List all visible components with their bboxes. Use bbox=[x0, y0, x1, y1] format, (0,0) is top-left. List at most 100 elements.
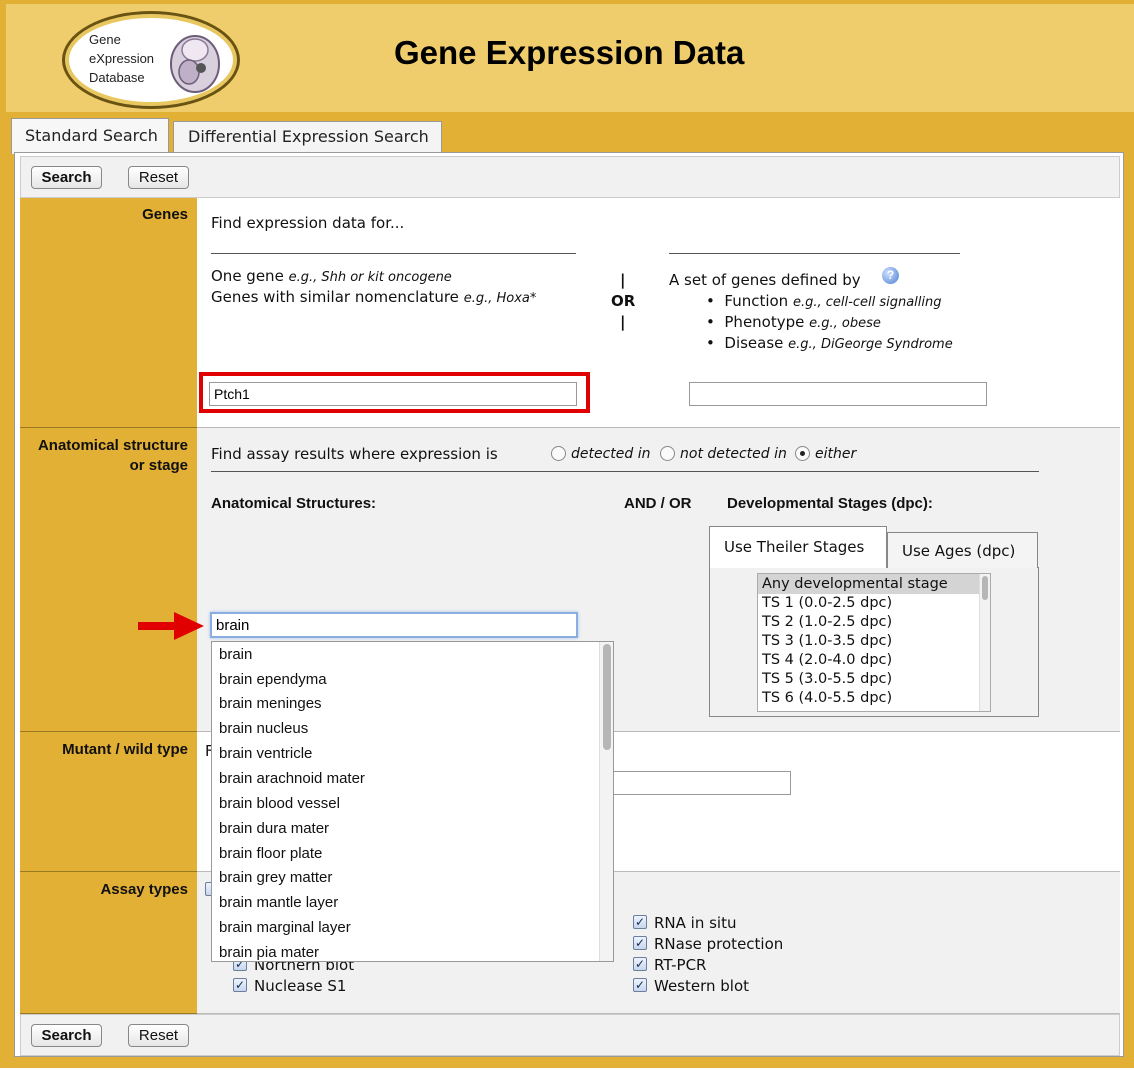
bullet-disease: • Disease e.g., DiGeorge Syndrome bbox=[706, 334, 953, 352]
assay-label-rnase: RNase protection bbox=[654, 935, 784, 953]
header: Gene eXpression Database Gene Expression… bbox=[6, 4, 1134, 112]
similar-example: e.g., Hoxa* bbox=[463, 291, 537, 306]
reset-button[interactable]: Reset bbox=[128, 166, 189, 189]
search-button[interactable]: Search bbox=[31, 166, 102, 189]
radio-detected-label: detected in bbox=[571, 446, 651, 462]
one-gene-label: One gene bbox=[211, 267, 284, 285]
anatomy-label-line2: or stage bbox=[129, 457, 188, 474]
assay-label-western: Western blot bbox=[654, 977, 750, 995]
logo-line-1: Gene bbox=[89, 32, 121, 47]
stage-option[interactable]: TS 4 (2.0-4.0 dpc) bbox=[762, 652, 892, 668]
genes-label: Genes bbox=[20, 198, 197, 428]
mutant-input[interactable] bbox=[600, 771, 791, 795]
and-or-label: AND / OR bbox=[624, 495, 692, 512]
autocomplete-option[interactable]: brain blood vessel bbox=[219, 795, 340, 812]
radio-not-detected-in[interactable] bbox=[660, 446, 675, 461]
logo-line-2: eXpression bbox=[89, 51, 155, 66]
autocomplete-scrollbar[interactable] bbox=[599, 642, 613, 961]
bullet-function-label: Function bbox=[724, 292, 789, 310]
stage-option[interactable]: TS 5 (3.0-5.5 dpc) bbox=[762, 671, 892, 687]
autocomplete-scrollbar-thumb[interactable] bbox=[603, 644, 611, 750]
bullet-phenotype-label: Phenotype bbox=[724, 313, 805, 331]
autocomplete-option[interactable]: brain nucleus bbox=[219, 720, 308, 737]
one-gene-line: One gene e.g., Shh or kit oncogene bbox=[211, 267, 452, 285]
autocomplete-option[interactable]: brain grey matter bbox=[219, 869, 332, 886]
assay-checkbox-rna-in-situ[interactable]: ✓ bbox=[633, 915, 647, 929]
stage-scrollbar-thumb[interactable] bbox=[982, 576, 988, 600]
red-arrow-icon bbox=[138, 612, 204, 640]
bullet-disease-example: e.g., DiGeorge Syndrome bbox=[788, 337, 953, 352]
tab-standard-search[interactable]: Standard Search bbox=[11, 118, 169, 154]
assay-label-nuclease: Nuclease S1 bbox=[254, 977, 347, 995]
tab-use-ages-label: Use Ages (dpc) bbox=[902, 542, 1016, 560]
structures-heading: Anatomical Structures: bbox=[211, 495, 377, 512]
gene-set-input[interactable] bbox=[689, 382, 987, 406]
tab-theiler-label: Use Theiler Stages bbox=[724, 538, 865, 556]
anatomy-rule bbox=[211, 471, 1039, 472]
stage-scrollbar[interactable] bbox=[979, 574, 990, 711]
reset-button-bottom[interactable]: Reset bbox=[128, 1024, 189, 1047]
stage-option[interactable]: TS 1 (0.0-2.5 dpc) bbox=[762, 595, 892, 611]
assay-label-rt-pcr: RT-PCR bbox=[654, 956, 707, 974]
stage-listbox[interactable]: Any developmental stage TS 1 (0.0-2.5 dp… bbox=[757, 573, 991, 712]
genes-rule-left bbox=[211, 253, 576, 254]
stage-option[interactable]: Any developmental stage bbox=[762, 576, 948, 592]
embryo-icon bbox=[170, 35, 220, 93]
gene-set-title: A set of genes defined by bbox=[669, 271, 861, 289]
similar-nomenclature-line: Genes with similar nomenclature e.g., Ho… bbox=[211, 288, 536, 306]
autocomplete-option[interactable]: brain pia mater bbox=[219, 944, 319, 961]
assay-checkbox-western[interactable]: ✓ bbox=[633, 978, 647, 992]
one-gene-example: e.g., Shh or kit oncogene bbox=[288, 270, 452, 285]
logo-text: Gene eXpression Database bbox=[89, 30, 154, 87]
anatomy-autocomplete-list[interactable]: brain brain ependyma brain meninges brai… bbox=[211, 641, 614, 962]
genes-rule-right bbox=[669, 253, 960, 254]
assay-types-label: Assay types bbox=[20, 872, 197, 1014]
or-bar-bottom: | bbox=[620, 313, 626, 331]
radio-detected-in[interactable] bbox=[551, 446, 566, 461]
bullet-function-example: e.g., cell-cell signalling bbox=[792, 295, 942, 310]
top-toolbar: Search Reset bbox=[20, 156, 1120, 198]
stages-heading: Developmental Stages (dpc): bbox=[727, 495, 933, 512]
stage-option[interactable]: TS 3 (1.0-3.5 dpc) bbox=[762, 633, 892, 649]
expression-prompt: Find assay results where expression is bbox=[211, 445, 498, 463]
bullet-disease-label: Disease bbox=[724, 334, 784, 352]
anatomy-label: Anatomical structure or stage bbox=[20, 428, 197, 732]
autocomplete-option[interactable]: brain mantle layer bbox=[219, 894, 338, 911]
autocomplete-option[interactable]: brain bbox=[219, 646, 252, 663]
page: Gene eXpression Database Gene Expression… bbox=[0, 0, 1134, 1068]
radio-either[interactable] bbox=[795, 446, 810, 461]
autocomplete-option[interactable]: brain meninges bbox=[219, 695, 322, 712]
autocomplete-option[interactable]: brain marginal layer bbox=[219, 919, 351, 936]
logo-line-3: Database bbox=[89, 70, 145, 85]
page-title: Gene Expression Data bbox=[394, 34, 745, 71]
bottom-toolbar: Search Reset bbox=[20, 1014, 1120, 1056]
autocomplete-option[interactable]: brain ependyma bbox=[219, 671, 327, 688]
assay-checkbox-rnase[interactable]: ✓ bbox=[633, 936, 647, 950]
bullet-function: • Function e.g., cell-cell signalling bbox=[706, 292, 942, 310]
autocomplete-option[interactable]: brain floor plate bbox=[219, 845, 322, 862]
search-button-bottom[interactable]: Search bbox=[31, 1024, 102, 1047]
stage-option[interactable]: TS 6 (4.0-5.5 dpc) bbox=[762, 690, 892, 706]
or-bar-top: | bbox=[620, 271, 626, 289]
anatomy-structure-input[interactable]: brain bbox=[210, 612, 578, 638]
bullet-phenotype-example: e.g., obese bbox=[809, 316, 881, 331]
autocomplete-option[interactable]: brain ventricle bbox=[219, 745, 312, 762]
tab-use-ages[interactable]: Use Ages (dpc) bbox=[887, 532, 1038, 568]
anatomy-label-line1: Anatomical structure bbox=[37, 437, 188, 454]
radio-not-detected-label: not detected in bbox=[680, 446, 787, 462]
autocomplete-option[interactable]: brain arachnoid mater bbox=[219, 770, 365, 787]
gene-symbol-input[interactable]: Ptch1 bbox=[209, 382, 577, 406]
gxd-logo[interactable]: Gene eXpression Database bbox=[62, 11, 240, 109]
autocomplete-option[interactable]: brain dura mater bbox=[219, 820, 329, 837]
help-icon[interactable]: ? bbox=[882, 267, 899, 284]
mutant-label: Mutant / wild type bbox=[20, 732, 197, 872]
tab-theiler-stages[interactable]: Use Theiler Stages bbox=[709, 526, 887, 568]
radio-either-label: either bbox=[815, 446, 857, 462]
assay-checkbox-rt-pcr[interactable]: ✓ bbox=[633, 957, 647, 971]
assay-checkbox-nuclease[interactable]: ✓ bbox=[233, 978, 247, 992]
tab-differential-expression-search[interactable]: Differential Expression Search bbox=[173, 121, 442, 152]
bullet-phenotype: • Phenotype e.g., obese bbox=[706, 313, 881, 331]
genes-intro: Find expression data for... bbox=[211, 214, 405, 232]
similar-label: Genes with similar nomenclature bbox=[211, 288, 459, 306]
stage-option[interactable]: TS 2 (1.0-2.5 dpc) bbox=[762, 614, 892, 630]
